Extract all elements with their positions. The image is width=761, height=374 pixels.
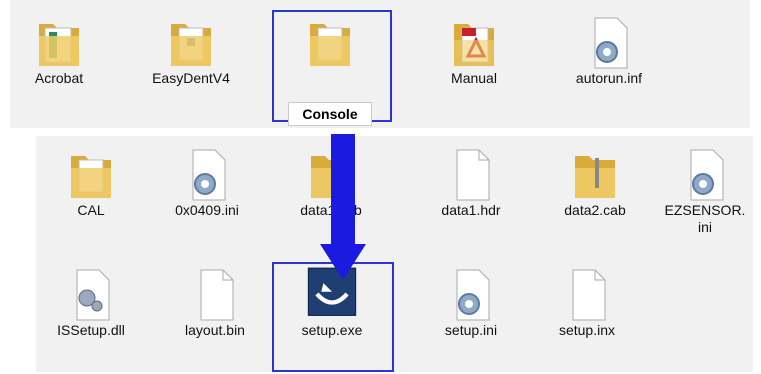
folder-icon (71, 156, 111, 198)
dll-file-icon (76, 269, 110, 321)
folder-icon (310, 24, 350, 66)
item-label: Manual (451, 70, 497, 86)
settings-file-icon (594, 17, 628, 69)
item-label: EZSENSOR. ini (664, 202, 746, 235)
blank-file-icon (456, 149, 490, 201)
autorun-inf-file[interactable]: autorun.inf (554, 10, 664, 120)
item-label: layout.bin (185, 322, 245, 338)
layout-bin-file[interactable]: layout.bin (160, 262, 270, 372)
setup-inx-file[interactable]: setup.inx (532, 262, 642, 372)
item-label: autorun.inf (575, 70, 643, 86)
item-label: setup.exe (301, 322, 363, 338)
manual-folder[interactable]: Manual (419, 10, 529, 120)
folder-pdf-icon (454, 24, 494, 66)
item-label: 0x0409.ini (175, 202, 239, 218)
item-label: ISSetup.dll (57, 322, 125, 338)
settings-file-icon (690, 149, 724, 201)
zip-folder-icon (575, 156, 615, 198)
item-label: data1.hdr (441, 202, 501, 218)
item-label: setup.inx (558, 322, 616, 338)
down-arrow-icon (320, 134, 366, 280)
ezsensor-ini-file[interactable]: EZSENSOR. ini (650, 142, 760, 252)
issetup-dll-file[interactable]: ISSetup.dll (36, 262, 146, 372)
blank-file-icon (572, 269, 606, 321)
data1-hdr-file[interactable]: data1.hdr (416, 142, 526, 252)
folder-app-icon (171, 24, 211, 66)
item-label: EasyDentV4 (152, 70, 230, 86)
folder-acrobat-icon (39, 24, 79, 66)
easydentv4-folder[interactable]: EasyDentV4 (136, 10, 246, 120)
item-label: setup.ini (444, 322, 498, 338)
item-label: Acrobat (34, 70, 84, 86)
acrobat-folder[interactable]: Acrobat (4, 10, 114, 120)
settings-file-icon (456, 269, 490, 321)
console-rename-label[interactable]: Console (288, 102, 372, 126)
0x0409-ini-file[interactable]: 0x0409.ini (152, 142, 262, 252)
data2-cab-file[interactable]: data2.cab (540, 142, 650, 252)
blank-file-icon (200, 269, 234, 321)
item-label: CAL (77, 202, 105, 218)
setup-ini-file[interactable]: setup.ini (416, 262, 526, 372)
cal-folder[interactable]: CAL (36, 142, 146, 252)
item-label: data2.cab (564, 202, 626, 218)
settings-file-icon (192, 149, 226, 201)
